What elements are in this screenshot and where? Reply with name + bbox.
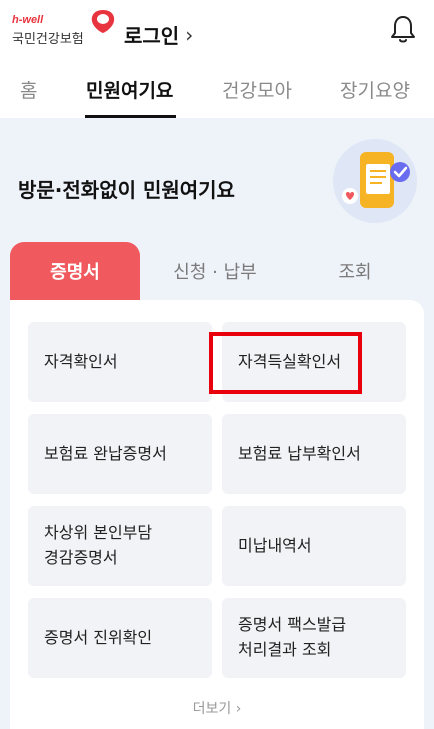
logo-title: 국민건강보험 xyxy=(12,31,84,46)
unpaid-statement-button[interactable]: 미납내역서 xyxy=(222,506,406,586)
app-header: h-well 국민건강보험 로그인 › xyxy=(0,0,434,62)
cell-label: 미납내역서 xyxy=(238,535,312,555)
eligibility-certificate-button[interactable]: 자격확인서 xyxy=(28,322,212,402)
nav-item-long-term-care[interactable]: 장기요양 xyxy=(340,76,410,103)
logo-mark-icon xyxy=(91,10,115,33)
tab-inquiry[interactable]: 조회 xyxy=(290,242,420,300)
main-nav: 홈 민원여기요 건강모아 장기요양 xyxy=(0,62,434,118)
nav-item-home[interactable]: 홈 xyxy=(20,76,37,103)
page-title: 방문·전화없이 민원여기요 xyxy=(18,178,235,202)
cell-label: 자격확인서 xyxy=(44,351,118,371)
nav-item-health[interactable]: 건강모아 xyxy=(222,76,292,103)
logo-subtitle: h-well xyxy=(12,14,44,26)
premium-full-payment-certificate-button[interactable]: 보험료 완납증명서 xyxy=(28,414,212,494)
nav-item-civil-service[interactable]: 민원여기요 xyxy=(86,76,173,103)
phone-document-icon xyxy=(333,139,417,223)
chevron-right-icon: › xyxy=(185,22,194,47)
bell-icon[interactable] xyxy=(390,14,416,44)
tab-certificates[interactable]: 증명서 xyxy=(10,242,140,300)
cell-label: 보험료 납부확인서 xyxy=(238,443,361,463)
login-link[interactable]: 로그인 › xyxy=(124,20,193,49)
cell-label: 증명서 팩스발급 처리결과 조회 xyxy=(238,615,347,659)
cell-label: 증명서 진위확인 xyxy=(44,627,153,647)
tab-apply-pay[interactable]: 신청 · 납부 xyxy=(150,242,280,300)
cell-label: 차상위 본인부담 경감증명서 xyxy=(44,523,153,567)
certificate-fax-result-inquiry-button[interactable]: 증명서 팩스발급 처리결과 조회 xyxy=(222,598,406,678)
certificate-grid: 자격확인서 자격득실확인서 보험료 완납증명서 보험료 납부확인서 차상위 본인… xyxy=(10,300,424,729)
low-income-copay-reduction-certificate-button[interactable]: 차상위 본인부담 경감증명서 xyxy=(28,506,212,586)
certificate-authenticity-check-button[interactable]: 증명서 진위확인 xyxy=(28,598,212,678)
more-link[interactable]: 더보기 › xyxy=(10,698,424,718)
premium-payment-confirmation-button[interactable]: 보험료 납부확인서 xyxy=(222,414,406,494)
main-content: 방문·전화없이 민원여기요 증명서 신청 · 납부 조회 자격확인서 자격득실확… xyxy=(0,118,434,729)
cell-label: 보험료 완납증명서 xyxy=(44,443,167,463)
login-label: 로그인 xyxy=(124,24,180,48)
highlight-box xyxy=(209,332,362,394)
nhis-logo[interactable]: h-well 국민건강보험 xyxy=(12,10,116,50)
